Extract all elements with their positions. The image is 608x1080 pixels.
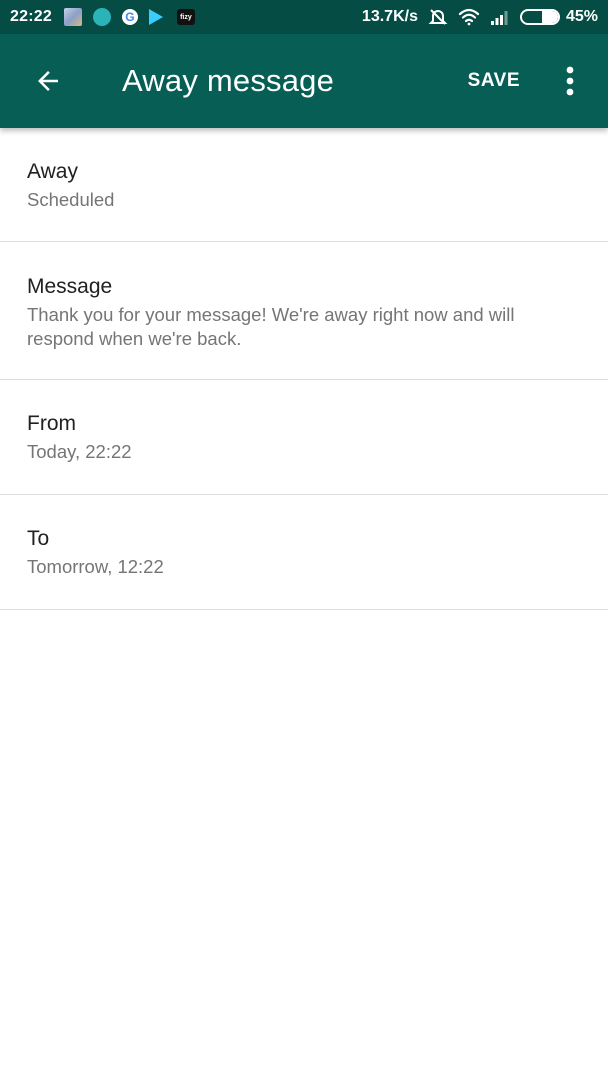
page-title: Away message bbox=[122, 63, 335, 98]
battery-level bbox=[541, 11, 558, 23]
status-right: 13.7K/s 45% bbox=[362, 7, 598, 27]
more-vert-icon bbox=[566, 66, 574, 96]
setting-title: Message bbox=[27, 275, 113, 298]
wifi-icon bbox=[458, 8, 480, 26]
signal-icon bbox=[490, 9, 510, 25]
network-speed: 13.7K/s bbox=[361, 8, 418, 25]
google-glyph: G bbox=[125, 10, 135, 24]
gallery-photo-icon bbox=[63, 8, 82, 26]
setting-value: Thank you for your message! We're away r… bbox=[27, 304, 515, 349]
setting-title: From bbox=[27, 412, 76, 435]
more-options-button[interactable] bbox=[546, 53, 594, 109]
setting-title: Away bbox=[27, 160, 78, 183]
setting-title: To bbox=[27, 527, 50, 550]
battery-percent: 45% bbox=[565, 8, 598, 25]
status-bar: 22:22 G fizy 13.7K/s 45% bbox=[0, 0, 608, 34]
google-icon: G bbox=[121, 9, 138, 25]
save-button[interactable]: SAVE bbox=[456, 60, 532, 102]
alarm-off-icon bbox=[428, 7, 448, 27]
status-time: 22:22 bbox=[10, 8, 52, 25]
setting-message[interactable]: Message Thank you for your message! We'r… bbox=[0, 242, 608, 380]
setting-value: Today, 22:22 bbox=[27, 441, 132, 462]
setting-value: Tomorrow, 12:22 bbox=[27, 556, 164, 577]
status-left: 22:22 G fizy bbox=[10, 8, 206, 26]
back-button[interactable] bbox=[20, 53, 76, 109]
app-bar: Away message SAVE bbox=[0, 34, 608, 128]
play-store-icon bbox=[148, 9, 163, 25]
setting-value: Scheduled bbox=[27, 189, 115, 210]
setting-to[interactable]: To Tomorrow, 12:22 bbox=[0, 495, 608, 610]
battery-icon bbox=[519, 9, 560, 25]
setting-from[interactable]: From Today, 22:22 bbox=[0, 380, 608, 495]
arrow-left-icon bbox=[38, 71, 58, 91]
settings-list: Away Scheduled Message Thank you for you… bbox=[0, 128, 608, 610]
fizy-glyph: fizy bbox=[180, 13, 192, 21]
fizy-icon: fizy bbox=[176, 9, 195, 25]
setting-away[interactable]: Away Scheduled bbox=[0, 128, 608, 242]
circle-app-icon bbox=[92, 8, 111, 26]
